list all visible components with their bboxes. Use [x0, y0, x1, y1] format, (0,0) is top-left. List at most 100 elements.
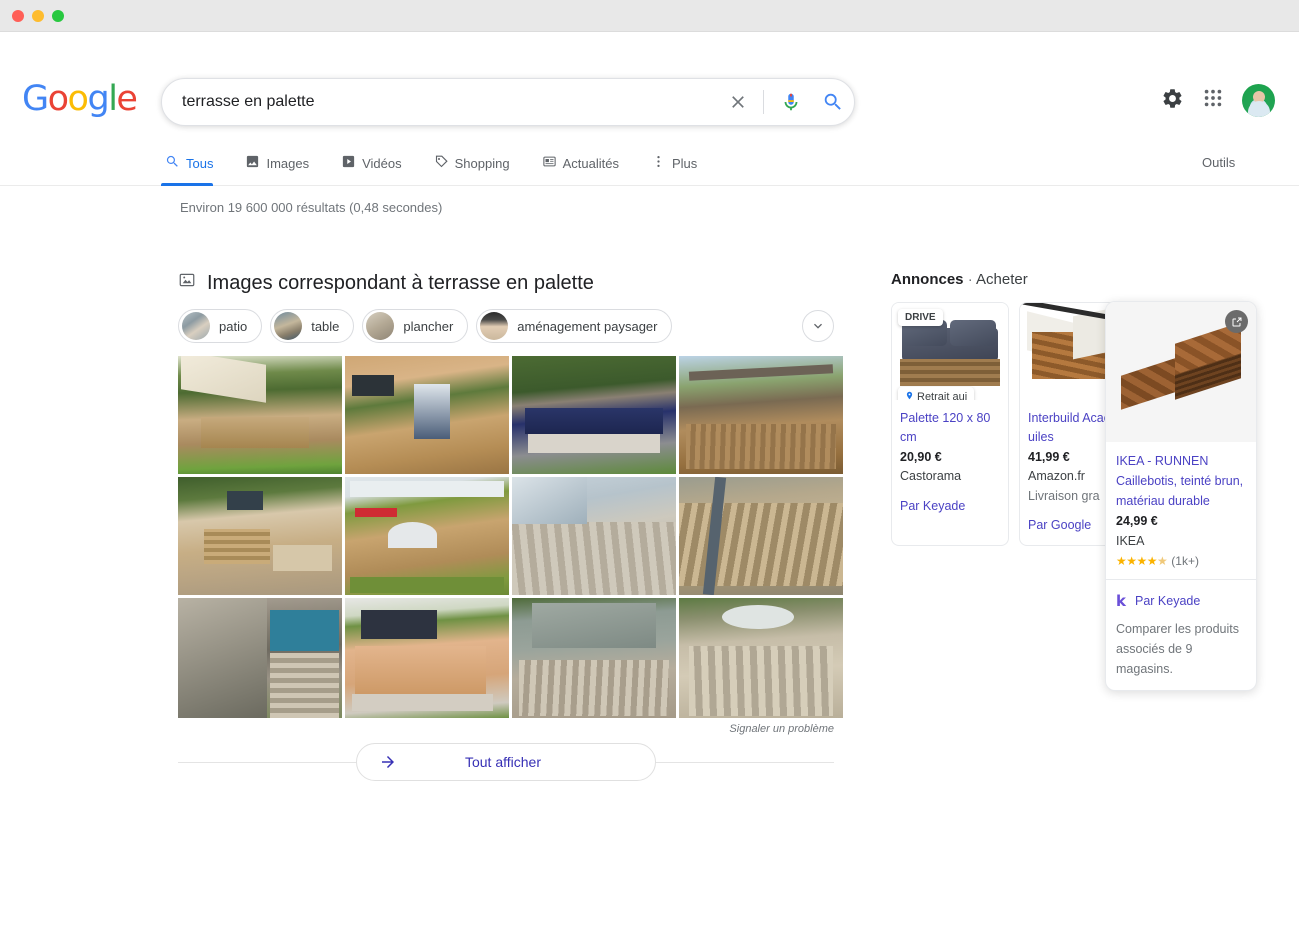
tab-shopping[interactable]: Shopping	[430, 141, 524, 185]
image-result-3[interactable]	[512, 356, 676, 474]
image-icon	[245, 154, 260, 172]
ad-title[interactable]: Palette 120 x 80 cm	[900, 409, 1000, 448]
tab-plus[interactable]: Plus	[647, 141, 711, 185]
pickup-label: Retrait auj	[917, 391, 968, 400]
image-result-7[interactable]	[512, 477, 676, 595]
tools-button[interactable]: Outils	[1099, 140, 1299, 184]
chip-table[interactable]: table	[270, 309, 355, 343]
window-titlebar	[0, 0, 1299, 32]
google-logo[interactable]: Google	[22, 82, 138, 117]
pickup-badge: Retrait auj	[898, 387, 975, 400]
chip-plancher[interactable]: plancher	[362, 309, 469, 343]
featured-product-image	[1106, 302, 1256, 442]
show-all-button[interactable]: Tout afficher	[356, 743, 656, 781]
apps-grid-icon[interactable]	[1202, 87, 1224, 114]
featured-compare-text: Comparer les produits associés de 9 maga…	[1116, 622, 1239, 677]
tab-label: Actualités	[562, 155, 619, 171]
featured-title[interactable]: IKEA - RUNNEN Caillebotis, teinté brun, …	[1116, 451, 1246, 511]
search-results-page: Google terrasse en palette Tous Images V…	[0, 32, 1299, 952]
image-result-5[interactable]	[178, 477, 342, 595]
ad-provider[interactable]: Par Keyade	[900, 497, 1000, 516]
rating: ★★★★★ (1k+)	[1116, 552, 1246, 571]
image-result-10[interactable]	[345, 598, 509, 718]
image-result-6[interactable]	[345, 477, 509, 595]
tab-label: Plus	[671, 155, 698, 171]
chip-thumbnail	[182, 312, 210, 340]
featured-card-body: IKEA - RUNNEN Caillebotis, teinté brun, …	[1106, 442, 1256, 579]
chip-patio[interactable]: patio	[178, 309, 263, 343]
chip-label: patio	[219, 318, 248, 334]
ad-card-body: Palette 120 x 80 cm 20,90 € Castorama Pa…	[892, 400, 1008, 526]
gear-icon[interactable]	[1161, 87, 1184, 115]
image-result-11[interactable]	[512, 598, 676, 718]
tab-videos[interactable]: Vidéos	[337, 141, 416, 185]
more-vertical-icon	[651, 154, 666, 172]
image-result-1[interactable]	[178, 356, 342, 474]
related-searches-chips: patio table plancher aménagement paysage…	[178, 309, 834, 343]
divider	[763, 90, 764, 114]
chip-thumbnail	[274, 312, 303, 340]
avatar[interactable]	[1242, 84, 1275, 117]
star-rating-icon: ★★★★★	[1116, 554, 1168, 568]
images-module: Images correspondant à terrasse en palet…	[178, 271, 843, 781]
ads-buy-link[interactable]: Acheter	[976, 271, 1028, 288]
chip-label: aménagement paysager	[517, 318, 658, 334]
show-all-row: Tout afficher	[178, 743, 834, 781]
ads-label: Annonces	[891, 271, 964, 288]
video-icon	[341, 154, 356, 172]
chip-amenagement-paysager[interactable]: aménagement paysager	[476, 309, 673, 343]
search-header: Google	[0, 32, 1299, 140]
image-result-12[interactable]	[679, 598, 843, 718]
result-stats: Environ 19 600 000 résultats (0,48 secon…	[180, 200, 443, 215]
featured-provider[interactable]: k Par Keyade	[1116, 589, 1246, 613]
window-minimize-button[interactable]	[32, 9, 44, 22]
search-input[interactable]	[162, 93, 719, 111]
featured-provider-label: Par Keyade	[1134, 594, 1201, 609]
microphone-icon[interactable]	[770, 91, 812, 113]
featured-price: 24,99 €	[1116, 514, 1158, 528]
ad-price: 20,90 €	[900, 449, 942, 464]
ad-card-1[interactable]: DRIVE Retrait auj Palette 120 x 80 cm 20…	[891, 302, 1009, 547]
chip-label: table	[311, 318, 340, 334]
news-icon	[542, 154, 557, 172]
chip-label: plancher	[403, 318, 454, 334]
chip-thumbnail	[480, 312, 509, 340]
ads-separator: ·	[967, 271, 973, 288]
ad-merchant: Castorama	[900, 469, 962, 484]
image-result-4[interactable]	[679, 356, 843, 474]
rating-count: (1k+)	[1171, 554, 1199, 568]
window-close-button[interactable]	[12, 9, 24, 22]
header-actions	[1161, 84, 1275, 117]
images-module-header: Images correspondant à terrasse en palet…	[178, 271, 834, 295]
featured-card-footer: k Par Keyade Comparer les produits assoc…	[1106, 579, 1256, 690]
arrow-right-icon	[379, 753, 397, 771]
image-result-9[interactable]	[178, 598, 342, 718]
drive-badge: DRIVE	[898, 309, 943, 326]
image-results-grid	[178, 356, 843, 718]
keyade-logo-icon: k	[1116, 592, 1126, 611]
tab-images[interactable]: Images	[241, 141, 323, 185]
tab-tous[interactable]: Tous	[161, 141, 227, 186]
image-result-8[interactable]	[679, 477, 843, 595]
report-problem-link[interactable]: Signaler un problème	[178, 723, 834, 735]
close-icon[interactable]	[719, 92, 757, 112]
image-icon	[178, 271, 196, 295]
tag-icon	[434, 154, 449, 172]
tools-label: Outils	[1202, 154, 1236, 170]
chip-thumbnail	[366, 312, 395, 340]
shopping-ads-module: Annonces · Acheter DRIVE Retrait auj Pal…	[891, 271, 1291, 692]
search-icon	[165, 154, 180, 172]
search-nav-tabs: Tous Images Vidéos Shopping Actualités P…	[0, 140, 1299, 186]
tab-label: Vidéos	[362, 155, 402, 171]
window-maximize-button[interactable]	[52, 9, 64, 22]
show-all-label: Tout afficher	[464, 754, 541, 770]
search-icon[interactable]	[812, 91, 854, 113]
chevron-down-icon[interactable]	[802, 310, 834, 342]
image-result-2[interactable]	[345, 356, 509, 474]
page-title: Images correspondant à terrasse en palet…	[207, 271, 594, 294]
tab-actualites[interactable]: Actualités	[538, 141, 633, 185]
ad-featured-card[interactable]: IKEA - RUNNEN Caillebotis, teinté brun, …	[1105, 301, 1257, 692]
search-box[interactable]	[161, 78, 855, 126]
external-link-icon[interactable]	[1225, 310, 1248, 333]
tab-label: Tous	[186, 155, 214, 171]
